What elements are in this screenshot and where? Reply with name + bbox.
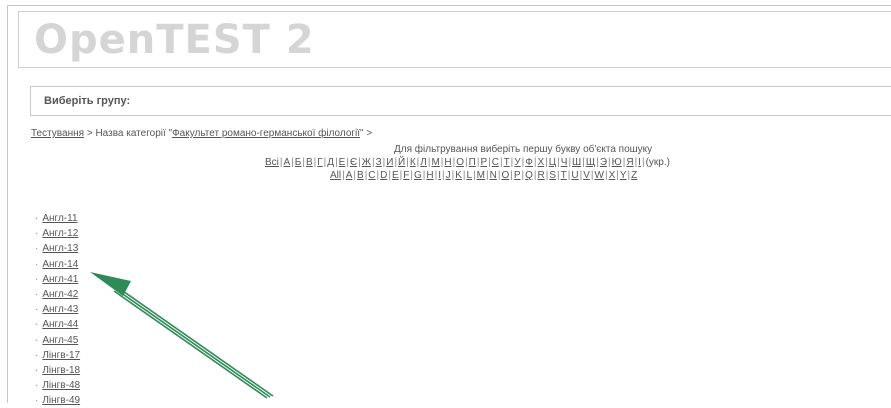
filter-letter-link[interactable]: U [571,170,578,181]
filter-letter-link[interactable]: М [431,157,439,168]
group-link[interactable]: Лінгв-18 [42,365,80,376]
alphabet-filter-latin: All|A|B|C|D|E|F|G|H|I|J|K|L|M|N|O|P|Q|R|… [330,170,637,181]
list-item: · Англ-11 [35,211,80,226]
group-selector[interactable]: Виберіть групу: [30,86,891,116]
list-item: · Англ-42 [35,287,80,302]
filter-letter-link[interactable]: П [469,157,476,168]
list-item: · Лінгв-18 [35,363,80,378]
filter-letter-link[interactable]: Ф [525,157,533,168]
filter-letter-link[interactable]: T [561,170,567,181]
filter-letter-link[interactable]: Г [317,157,322,168]
header: OpenTEST 2 [18,11,891,68]
filter-letter-link[interactable]: M [477,170,485,181]
filter-letter-link[interactable]: All [330,170,341,181]
filter-letter-link[interactable]: Всі [265,157,279,168]
group-link[interactable]: Англ-42 [42,289,78,300]
alphabet-filter-ukrainian: Всі|А|Б|В|Г|Д|Е|Є|Ж|З|И|Й|К|Л|М|Н|О|П|Р|… [265,157,670,168]
group-link[interactable]: Англ-13 [42,243,78,254]
group-link[interactable]: Англ-44 [42,319,78,330]
filter-letter-link[interactable]: V [583,170,590,181]
filter-letter-link[interactable]: Q [525,170,533,181]
filter-letter-link[interactable]: P [514,170,521,181]
filter-title: Для фільтрування виберіть першу букву об… [394,144,653,155]
bullet-icon: · [35,364,39,376]
group-link[interactable]: Англ-11 [42,213,77,224]
filter-letter-link[interactable]: E [392,170,399,181]
list-item: · Лінгв-17 [35,348,80,363]
filter-letter-link[interactable]: З [376,157,382,168]
breadcrumb-separator: > [86,128,93,139]
list-item: · Лінгв-49 [35,393,80,408]
filter-letter-link[interactable]: Y [620,170,627,181]
bullet-icon: · [35,213,39,224]
filter-letter-link[interactable]: Щ [586,157,595,168]
filter-letter-link[interactable]: Ш [572,157,581,168]
group-link[interactable]: Лінгв-49 [42,395,80,406]
list-item: · Англ-45 [35,333,80,348]
filter-letter-link[interactable]: K [455,170,462,181]
bullet-icon: · [35,334,39,346]
group-link[interactable]: Англ-41 [42,274,78,285]
bullet-icon: · [35,380,39,392]
bullet-icon: · [35,304,39,316]
bullet-icon: · [35,228,39,240]
filter-letter-link[interactable]: К [410,157,416,168]
group-link[interactable]: Англ-45 [42,335,78,346]
filter-letter-link[interactable]: R [538,170,545,181]
breadcrumb-link-testing[interactable]: Тестування [31,128,84,139]
app-logo: OpenTEST 2 [34,17,315,63]
filter-letter-link[interactable]: Н [444,157,451,168]
filter-letter-link[interactable]: В [306,157,313,168]
filter-letter-link[interactable]: Ю [612,157,622,168]
filter-letter-link[interactable]: N [490,170,497,181]
list-item: · Англ-44 [35,317,80,332]
breadcrumb-category-suffix: " > [360,128,373,139]
group-link[interactable]: Лінгв-48 [42,380,80,391]
list-item: · Англ-14 [35,257,80,272]
group-list: · Англ-11 · Англ-12 · Англ-13 · Англ-14 · Англ-41… [35,211,80,408]
bullet-icon: · [35,319,39,331]
filter-letter-link[interactable]: У [514,157,520,168]
filter-letter-link[interactable]: J [446,170,451,181]
bullet-icon: · [35,395,39,407]
bullet-icon: · [35,243,39,255]
filter-letter-link[interactable]: Я [626,157,633,168]
filter-letter-link[interactable]: Ж [362,157,371,168]
filter-letter-link[interactable]: Э [600,157,607,168]
list-item: · Англ-12 [35,226,80,241]
list-item: · Англ-13 [35,241,80,256]
filter-letter-link[interactable]: C [368,170,375,181]
bullet-icon: · [35,258,39,270]
filter-letter-link[interactable]: H [426,170,433,181]
filter-letter-link[interactable]: Т [504,157,510,168]
breadcrumb-category-prefix: Назва категорії " [95,128,173,139]
filter-letter-link[interactable]: С [492,157,499,168]
filter-letter-link[interactable]: W [595,170,604,181]
bullet-icon: · [35,288,39,300]
filter-letter-link[interactable]: О [456,157,464,168]
filter-letter-link[interactable]: Л [420,157,427,168]
group-link[interactable]: Англ-12 [42,228,78,239]
list-item: · Англ-41 [35,272,80,287]
bullet-icon: · [35,273,39,285]
list-item: · Англ-43 [35,302,80,317]
group-link[interactable]: Лінгв-17 [42,350,80,361]
filter-letter-link[interactable]: Z [631,170,637,181]
bullet-icon: · [35,349,39,361]
group-selector-label: Виберіть групу: [44,95,131,107]
breadcrumb-link-category[interactable]: Факультет романо-германської філології [172,128,360,139]
filter-letter-link[interactable]: B [357,170,364,181]
language-note: (укр.) [645,157,670,168]
group-link[interactable]: Англ-14 [42,259,78,270]
group-link[interactable]: Англ-43 [42,304,78,315]
breadcrumb: Тестування > Назва категорії "Факультет … [31,128,372,139]
filter-letter-link[interactable]: G [414,170,422,181]
list-item: · Лінгв-48 [35,378,80,393]
